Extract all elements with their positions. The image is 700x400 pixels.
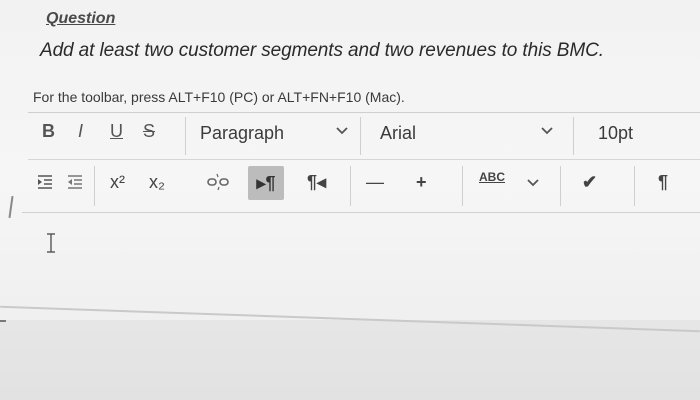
bold-button[interactable]: B — [42, 121, 55, 142]
toolbar-divider — [560, 166, 561, 206]
chevron-down-icon[interactable] — [540, 123, 554, 139]
toolbar-divider — [94, 166, 95, 206]
ltr-direction-button[interactable]: ▸¶ — [248, 166, 284, 200]
strikethrough-button[interactable]: S — [143, 121, 155, 142]
horizontal-line-button[interactable]: — — [366, 172, 384, 193]
unlink-icon[interactable] — [206, 172, 230, 197]
subscript-button[interactable]: x₂ — [149, 172, 165, 193]
text-cursor-icon — [45, 232, 57, 259]
toolbar-divider — [634, 166, 635, 206]
rich-text-editor[interactable] — [0, 212, 700, 322]
rtl-direction-button[interactable]: ¶◂ — [307, 172, 326, 193]
font-size-select[interactable]: 10pt — [598, 123, 633, 144]
insert-button[interactable]: + — [416, 172, 427, 193]
toolbar-divider — [185, 117, 186, 155]
spellcheck-button[interactable]: ABC — [479, 170, 505, 184]
toolbar-divider — [462, 166, 463, 206]
font-family-select[interactable]: Arial — [380, 123, 416, 144]
indent-icon[interactable] — [36, 174, 54, 195]
superscript-button[interactable]: x² — [110, 172, 125, 193]
toolbar-divider — [350, 166, 351, 206]
editor-toolbar-row-1: B I U S Paragraph Arial 10pt — [28, 112, 700, 160]
math-formula-button[interactable]: ✔ — [582, 172, 597, 193]
editor-footer — [0, 320, 700, 400]
question-text: Add at least two customer segments and t… — [40, 40, 604, 61]
toolbar-divider — [360, 117, 361, 155]
toolbar-hint: For the toolbar, press ALT+F10 (PC) or A… — [33, 89, 405, 105]
underline-button[interactable]: U — [110, 121, 123, 142]
show-blocks-button[interactable]: ¶ — [658, 172, 668, 193]
chevron-down-icon[interactable] — [335, 123, 349, 139]
italic-button[interactable]: I — [78, 121, 83, 142]
toolbar-divider — [573, 117, 574, 155]
question-panel: Question Add at least two customer segme… — [0, 0, 700, 400]
editor-toolbar-row-2: x² x₂ ▸¶ ¶◂ — + ABC ✔ ¶ — [22, 160, 700, 213]
edge-tick — [0, 320, 6, 322]
outdent-icon[interactable] — [66, 174, 84, 195]
chevron-down-icon[interactable] — [526, 175, 540, 191]
question-label: Question — [46, 10, 116, 27]
paragraph-select[interactable]: Paragraph — [200, 123, 284, 144]
